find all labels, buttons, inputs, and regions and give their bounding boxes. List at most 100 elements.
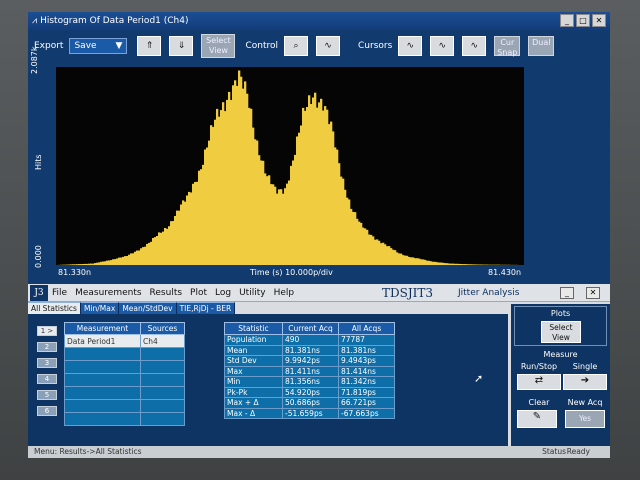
histogram-bar	[266, 176, 269, 265]
histogram-bar	[376, 239, 379, 265]
cursor-snap-button[interactable]: Cur Snap	[494, 36, 521, 57]
cursor-dual-button[interactable]: Dual	[528, 36, 555, 56]
table-row[interactable]	[64, 386, 185, 400]
histogram-plot[interactable]	[56, 67, 524, 266]
histogram-bar	[324, 106, 327, 265]
histogram-bar	[224, 111, 227, 265]
zoom-out-arrow-button[interactable]: ⇓	[169, 36, 194, 56]
histogram-bar	[176, 210, 179, 265]
histogram-bar	[320, 98, 323, 265]
tab-min-max[interactable]: Min/Max	[80, 302, 120, 314]
histogram-bar	[288, 180, 291, 265]
app-minimize-button[interactable]: _	[560, 287, 574, 299]
waveform-button[interactable]: ∿	[316, 36, 341, 56]
y-max-label: 2.087k	[30, 46, 39, 74]
table-row[interactable]	[64, 399, 185, 413]
maximize-button[interactable]: □	[576, 14, 590, 27]
new-acq-yes-button[interactable]: Yes	[565, 410, 605, 428]
histogram-bar	[262, 160, 265, 265]
menu-help[interactable]: Help	[274, 288, 295, 298]
table-row: Pk-Pk 54.920ps 71.819ps	[224, 386, 395, 398]
run-stop-label: Run/Stop	[520, 362, 558, 371]
row-selector[interactable]: 5	[37, 390, 57, 400]
histogram-bar	[392, 249, 395, 265]
table-row: Max 81.411ns 81.414ns	[224, 365, 395, 377]
app-close-button[interactable]: ✕	[586, 287, 600, 299]
cursors-label: Cursors	[358, 41, 393, 51]
row-selector[interactable]: 1 >	[37, 326, 57, 336]
histogram-bar	[470, 264, 473, 265]
histogram-bar	[192, 183, 195, 265]
minimize-button[interactable]: _	[560, 14, 574, 27]
histogram-bar	[458, 263, 461, 265]
cursor-wave-button-1[interactable]: ∿	[398, 36, 423, 56]
histogram-bar	[436, 262, 439, 265]
histogram-bar	[362, 227, 365, 265]
histogram-bar	[298, 132, 301, 265]
histogram-bar	[350, 208, 353, 265]
app-logo: J3	[30, 284, 48, 301]
histogram-bar	[88, 263, 91, 265]
row-selector[interactable]: 6	[37, 406, 57, 416]
table-row[interactable]	[64, 373, 185, 387]
histogram-bar	[438, 262, 441, 265]
table-row[interactable]	[64, 360, 185, 374]
zoom-in-arrow-button[interactable]: ⇑	[137, 36, 162, 56]
stat-current: 490	[282, 334, 339, 346]
single-run-icon: ➔	[580, 375, 590, 386]
histogram-bar	[460, 264, 463, 265]
histogram-bar	[280, 189, 283, 265]
zoom-button[interactable]: ⌕	[284, 36, 309, 56]
histogram-bar	[94, 263, 97, 265]
menu-plot[interactable]: Plot	[190, 288, 207, 298]
plots-select-view-button[interactable]: Select View	[541, 321, 581, 343]
histogram-bar	[156, 236, 159, 265]
histogram-bar	[78, 264, 81, 265]
histogram-bar	[166, 228, 169, 265]
table-row[interactable]	[64, 347, 185, 361]
histogram-bar	[472, 264, 475, 265]
histogram-bar	[480, 264, 483, 265]
tab-mean-stddev[interactable]: Mean/StdDev	[119, 302, 177, 314]
row-selector[interactable]: 3	[37, 358, 57, 368]
results-tabs: All Statistics Min/Max Mean/StdDev TIE,R…	[28, 302, 508, 314]
select-view-button[interactable]: Select View	[201, 34, 236, 58]
histogram-bar	[344, 189, 347, 265]
histogram-bar	[248, 107, 251, 266]
menu-results[interactable]: Results	[150, 288, 183, 298]
menu-log[interactable]: Log	[215, 288, 231, 298]
histogram-bar	[230, 100, 233, 265]
histogram-bar	[98, 262, 101, 265]
histogram-bar	[80, 264, 83, 265]
table-row: Std Dev 9.9942ps 9.4943ps	[224, 355, 395, 367]
histogram-bar	[448, 263, 451, 265]
histogram-bar	[422, 259, 425, 265]
menu-measurements[interactable]: Measurements	[75, 288, 141, 298]
tab-all-statistics[interactable]: All Statistics	[28, 302, 81, 314]
histogram-bar	[356, 218, 359, 265]
cursor-wave-button-3[interactable]: ∿	[462, 36, 487, 56]
close-button[interactable]: ✕	[592, 14, 606, 27]
histogram-bar	[174, 216, 177, 265]
side-panel: Plots Select View Measure Run/Stop Singl…	[511, 304, 610, 446]
run-stop-button[interactable]: ⇄	[517, 374, 561, 390]
toolbar: Export Save ▼ ⇑ ⇓ Select View Control ⌕ …	[28, 30, 610, 62]
histogram-bar	[370, 234, 373, 265]
export-dropdown[interactable]: Save ▼	[69, 38, 128, 54]
histogram-bar	[260, 160, 263, 265]
table-row[interactable]: Data Period1 Ch4	[64, 334, 185, 348]
menu-utility[interactable]: Utility	[239, 288, 265, 298]
menu-file[interactable]: File	[52, 288, 67, 298]
row-selector[interactable]: 4	[37, 374, 57, 384]
clear-button[interactable]: ✎	[517, 410, 557, 428]
row-selector[interactable]: 2	[37, 342, 57, 352]
histogram-bar	[254, 139, 257, 265]
table-row: Min 81.356ns 81.342ns	[224, 376, 395, 388]
cursor-wave-button-2[interactable]: ∿	[430, 36, 455, 56]
histogram-bar	[462, 264, 465, 265]
histogram-bar	[464, 264, 467, 265]
single-button[interactable]: ➔	[563, 374, 607, 390]
stat-all: 9.4943ps	[338, 355, 395, 367]
tab-tie-ber[interactable]: TIE,RjDj - BER	[176, 302, 236, 314]
table-row[interactable]	[64, 412, 185, 426]
